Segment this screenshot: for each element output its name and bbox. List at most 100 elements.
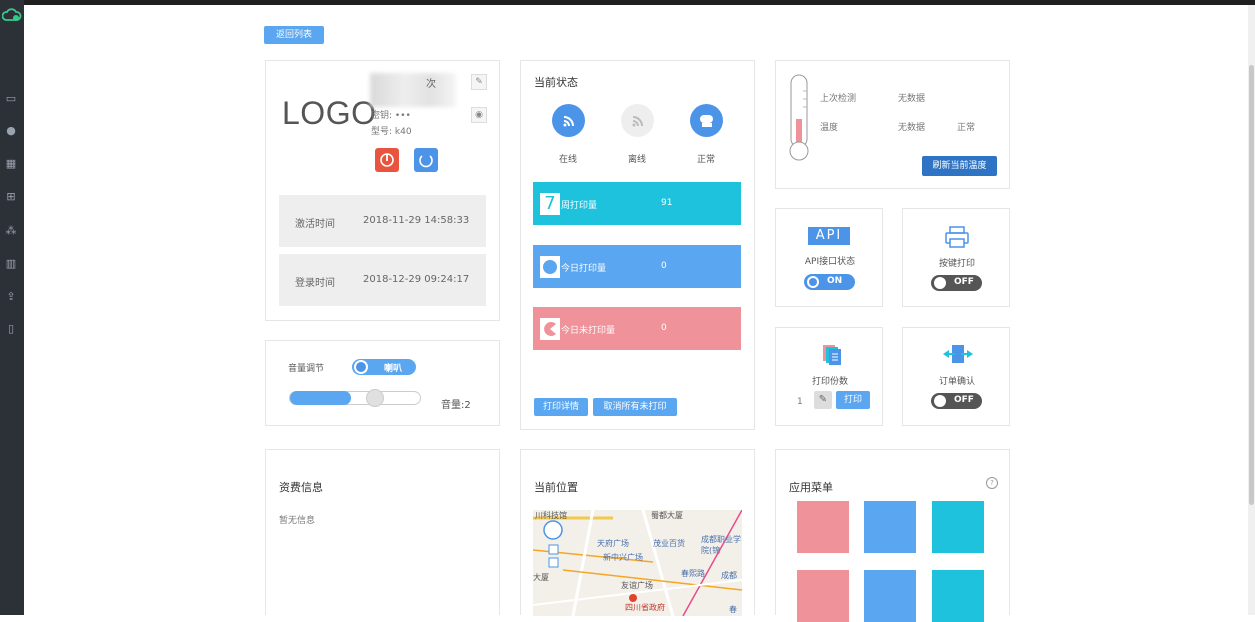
today-unprinted-value: 0 — [661, 323, 667, 333]
edit-copies-icon[interactable]: ✎ — [814, 391, 832, 409]
login-time: 2018-12-29 09:24:17 — [363, 274, 470, 285]
cloud-logo-icon[interactable] — [2, 7, 22, 23]
info-icon[interactable]: ▯ — [4, 322, 18, 336]
wifi-icon — [563, 116, 574, 127]
restart-button[interactable] — [414, 148, 438, 172]
power-icon — [380, 153, 394, 167]
swap-arrows-icon — [943, 345, 973, 363]
circle-doc-icon — [540, 256, 560, 278]
map-label: 新中兴广场 — [603, 553, 643, 562]
activation-label: 激活时间 — [295, 219, 335, 230]
billing-text: 暂无信息 — [279, 516, 316, 526]
offline-label: 离线 — [627, 155, 646, 165]
page-scrollbar[interactable] — [1248, 5, 1255, 615]
key-print-label: 按键打印 — [938, 259, 975, 269]
user-icon[interactable]: ● — [4, 124, 18, 138]
app-menu-card: 应用菜单 ? — [775, 449, 1010, 622]
login-row: 登录时间 2018-12-29 09:24:17 — [279, 254, 486, 306]
hierarchy-icon[interactable]: ⁂ — [4, 224, 18, 238]
order-confirm-toggle-label: OFF — [954, 395, 974, 405]
today-print-bar: 今日打印量 0 — [533, 245, 741, 288]
print-copies-value: 1 — [797, 397, 803, 407]
app-tile[interactable] — [932, 501, 984, 553]
weekly-print-label: 周打印量 — [561, 201, 598, 211]
map-label: 四川省政府 — [625, 603, 665, 612]
order-confirm-label: 订单确认 — [938, 377, 975, 387]
grid-icon[interactable]: ▦ — [4, 157, 18, 171]
location-title: 当前位置 — [534, 481, 578, 494]
map-label: 大厦 — [533, 573, 549, 582]
online-indicator — [552, 104, 585, 137]
back-to-list-button[interactable]: 返回列表 — [264, 26, 324, 44]
printer-icon — [945, 226, 969, 248]
volume-slider-handle[interactable] — [366, 389, 384, 407]
cancel-all-unprinted-button[interactable]: 取消所有未打印 — [593, 398, 677, 416]
map-label: 茂业百货 — [653, 539, 685, 548]
print-copies-label: 打印份数 — [811, 377, 848, 387]
help-icon[interactable]: ? — [986, 477, 998, 489]
today-print-label: 今日打印量 — [561, 264, 607, 274]
pie-doc-icon — [540, 318, 560, 340]
order-confirm-toggle[interactable]: OFF — [931, 393, 982, 409]
map-label: 春 — [729, 605, 737, 614]
speaker-toggle-label: 喇叭 — [384, 364, 403, 374]
toggle-knob — [934, 395, 946, 407]
today-unprinted-bar: 今日未打印量 0 — [533, 307, 741, 350]
app-tile[interactable] — [864, 501, 916, 553]
app-tile[interactable] — [797, 501, 849, 553]
edit-icon[interactable]: ✎ — [471, 74, 487, 90]
print-details-button[interactable]: 打印详情 — [534, 398, 588, 416]
activation-time: 2018-11-29 14:58:33 — [363, 215, 470, 226]
print-copies-card: 打印份数 1 ✎ 打印 — [775, 327, 883, 426]
toggle-knob — [807, 276, 819, 288]
api-status-label: API接口状态 — [804, 257, 856, 267]
device-card: LOGO 次 密钥: ••• 型号: k40 ✎ ◉ 激活时间 2018-11-… — [265, 60, 500, 321]
map-label: 蜀都大厦 — [651, 511, 683, 520]
map-label: 成都 — [721, 571, 737, 580]
print-button[interactable]: 打印 — [836, 391, 870, 409]
map-view[interactable]: 川科技馆 蜀都大厦 天府广场 茂业百货 成都职业学院(锦 新中兴广场 春熙路 成… — [533, 510, 742, 616]
monitor-icon[interactable]: ▭ — [4, 92, 18, 106]
status-card: 当前状态 在线 离线 正常 7 周打印量 91 今日打印量 0 今日未打印量 0… — [520, 60, 755, 430]
calendar-7-icon: 7 — [540, 193, 560, 215]
api-badge: API — [808, 227, 850, 245]
volume-level: 音量:2 — [441, 400, 471, 411]
key-print-toggle[interactable]: OFF — [931, 275, 982, 291]
bar-chart-icon[interactable]: ▥ — [4, 257, 18, 271]
location-card: 当前位置 川科技馆 蜀都大厦 天府广场 茂业百货 成都职业学院(锦 新中兴广场 … — [520, 449, 755, 616]
top-bar — [0, 0, 1255, 5]
refresh-temperature-button[interactable]: 刷新当前温度 — [922, 156, 997, 176]
temperature-card: 上次检测 无数据 温度 无数据 正常 刷新当前温度 — [775, 60, 1010, 189]
temperature-label: 温度 — [820, 123, 839, 133]
thermometer-icon — [789, 74, 809, 161]
device-name-blurred — [370, 73, 456, 107]
volume-label: 音量调节 — [288, 364, 325, 374]
last-check-label: 上次检测 — [820, 94, 857, 104]
last-check-value: 无数据 — [898, 94, 926, 104]
share-icon[interactable]: ⇪ — [4, 290, 18, 304]
eye-icon[interactable]: ◉ — [471, 107, 487, 123]
power-button[interactable] — [375, 148, 399, 172]
paper-status-indicator — [690, 104, 723, 137]
api-card: API API接口状态 ON — [775, 208, 883, 307]
activation-row: 激活时间 2018-11-29 14:58:33 — [279, 195, 486, 247]
status-title: 当前状态 — [534, 76, 578, 89]
refresh-icon — [419, 155, 433, 168]
map-label: 春熙路 — [681, 569, 705, 578]
api-toggle[interactable]: ON — [804, 274, 855, 290]
scrollbar-thumb[interactable] — [1249, 65, 1254, 505]
paper-status-label: 正常 — [696, 155, 715, 165]
upload-box-icon[interactable]: ⊞ — [4, 190, 18, 204]
volume-slider[interactable] — [289, 389, 421, 407]
key-print-toggle-label: OFF — [954, 277, 974, 287]
online-label: 在线 — [558, 155, 577, 165]
app-tile[interactable] — [932, 570, 984, 622]
app-menu-title: 应用菜单 — [789, 481, 833, 494]
app-tile[interactable] — [864, 570, 916, 622]
device-name-suffix: 次 — [426, 79, 436, 90]
app-tile[interactable] — [797, 570, 849, 622]
toggle-knob — [354, 360, 368, 374]
today-print-value: 0 — [661, 261, 667, 271]
speaker-toggle[interactable]: 喇叭 — [352, 359, 416, 375]
device-logo: LOGO — [282, 95, 377, 131]
